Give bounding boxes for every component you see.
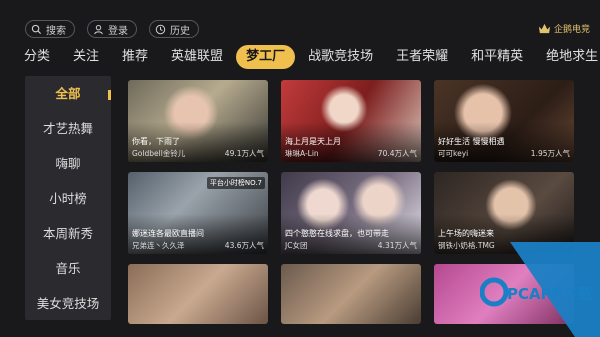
sidebar-item-all[interactable]: 全部 [25, 76, 111, 111]
stream-viewers: 1.95万人气 [530, 149, 570, 158]
tab-battle-arena[interactable]: 战歌竞技场 [308, 45, 373, 69]
stream-thumbnail [128, 264, 268, 324]
stream-card[interactable] [281, 264, 421, 324]
stream-viewers: 4.31万人气 [377, 241, 417, 250]
tab-recommend[interactable]: 推荐 [122, 45, 148, 69]
stream-host: 可可keyi [438, 149, 469, 158]
stream-host: 琳琳A-Lin [285, 149, 319, 158]
stream-host: JC女团 [285, 241, 308, 250]
sidebar-item-chat[interactable]: 嗨聊 [25, 146, 111, 181]
stream-host: 兄弟连丶久久泽 [132, 241, 185, 250]
stream-card[interactable]: 海上月是天上月 琳琳A-Lin 70.4万人气 [281, 80, 421, 162]
sidebar-item-talent-dance[interactable]: 才艺热舞 [25, 111, 111, 146]
sidebar-item-weekly-newcomer[interactable]: 本周新秀 [25, 216, 111, 251]
login-label: 登录 [108, 25, 128, 37]
stream-title: 你看，下雨了 [132, 137, 180, 146]
top-bar: 搜索 登录 历史 企鹅电竞 [0, 0, 600, 40]
stream-viewers: 43.6万人气 [224, 241, 264, 250]
search-button[interactable]: 搜索 [25, 20, 75, 38]
sidebar-active-marker [108, 90, 111, 100]
rank-badge: 平台小时榜NO.7 [206, 177, 265, 189]
tab-honor-of-kings[interactable]: 王者荣耀 [396, 45, 448, 69]
tab-league-of-legends[interactable]: 英雄联盟 [171, 45, 223, 69]
sidebar-item-hourly-rank[interactable]: 小时榜 [25, 181, 111, 216]
watermark-logo: PCAPP下载 [480, 242, 600, 337]
tab-dream-factory[interactable]: 梦工厂 [236, 45, 296, 69]
sidebar-item-music[interactable]: 音乐 [25, 251, 111, 286]
brand-label: 企鹅电竞 [553, 25, 590, 35]
stream-thumbnail [281, 264, 421, 324]
tab-category[interactable]: 分类 [24, 45, 50, 69]
sidebar-item-beauty-arena[interactable]: 美女竞技场 [25, 286, 111, 321]
search-icon [31, 24, 42, 34]
stream-card[interactable]: 四个憨憨在线求盘，也可带走 JC女团 4.31万人气 [281, 172, 421, 254]
history-label: 历史 [170, 25, 190, 37]
tab-follow[interactable]: 关注 [73, 45, 99, 69]
watermark-text: PCAPP下载 [507, 285, 593, 303]
tab-peace-elite[interactable]: 和平精英 [471, 45, 523, 69]
stream-card[interactable]: 好好生活 慢慢相遇 可可keyi 1.95万人气 [434, 80, 574, 162]
stream-title: 好好生活 慢慢相遇 [438, 137, 505, 146]
search-label: 搜索 [46, 25, 66, 37]
stream-viewers: 49.1万人气 [224, 149, 264, 158]
stream-card[interactable] [128, 264, 268, 324]
stream-card[interactable]: 平台小时榜NO.7 娜迷连各最欧直播间 兄弟连丶久久泽 43.6万人气 [128, 172, 268, 254]
stream-host: Goldbell金铃儿 [132, 149, 186, 158]
stream-card[interactable]: 你看，下雨了 Goldbell金铃儿 49.1万人气 [128, 80, 268, 162]
brand-logo: 企鹅电竞 [538, 22, 590, 35]
tab-pubg[interactable]: 绝地求生 [546, 45, 598, 69]
login-button[interactable]: 登录 [87, 20, 137, 38]
stream-viewers: 70.4万人气 [377, 149, 417, 158]
category-tabs: 分类 关注 推荐 英雄联盟 梦工厂 战歌竞技场 王者荣耀 和平精英 绝地求生 [0, 44, 600, 70]
history-button[interactable]: 历史 [149, 20, 199, 38]
stream-title: 娜迷连各最欧直播间 [132, 229, 204, 238]
penguin-crown-icon [538, 23, 551, 34]
app-screen: 搜索 登录 历史 企鹅电竞 分类 关注 推荐 英雄联盟 梦工厂 战歌竞技场 王者… [0, 0, 600, 337]
stream-title: 海上月是天上月 [285, 137, 341, 146]
sidebar: 全部 才艺热舞 嗨聊 小时榜 本周新秀 音乐 美女竞技场 [25, 76, 111, 320]
stream-title: 四个憨憨在线求盘，也可带走 [285, 229, 389, 238]
clock-icon [155, 24, 166, 34]
user-icon [94, 24, 103, 34]
